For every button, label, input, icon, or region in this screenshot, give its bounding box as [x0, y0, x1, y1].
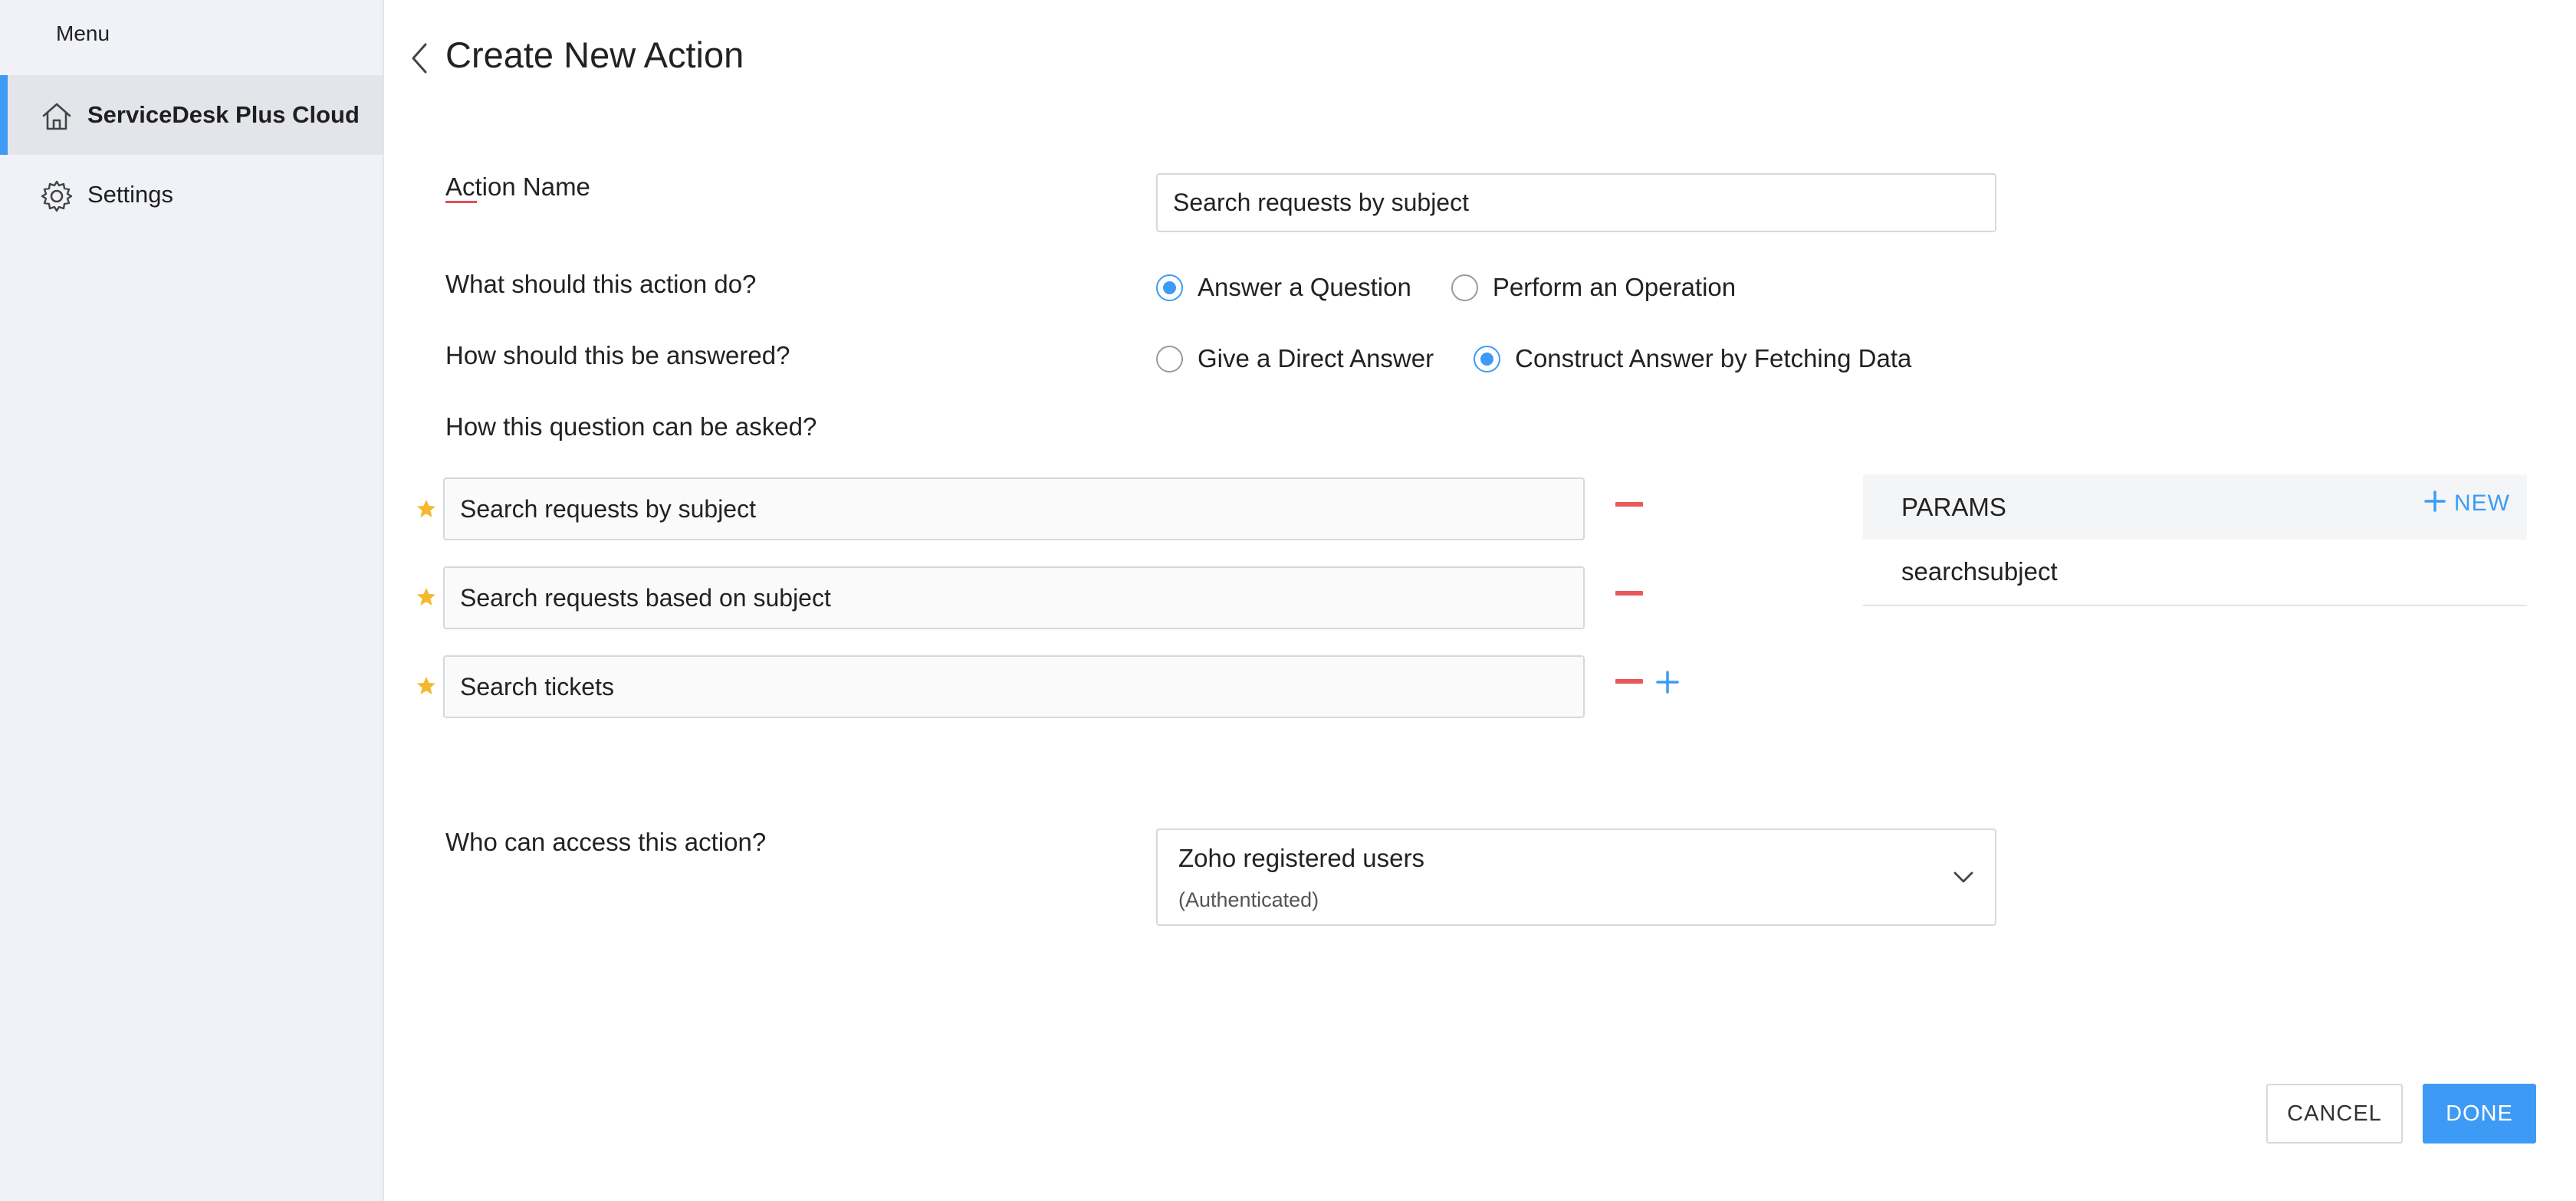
- radio-direct-answer-label[interactable]: Give a Direct Answer: [1198, 344, 1434, 373]
- star-icon: [416, 587, 436, 607]
- answer-type-radio-group: Give a Direct Answer Construct Answer by…: [1156, 344, 1951, 373]
- remove-question-icon[interactable]: [1615, 679, 1643, 684]
- access-select-value: Zoho registered users: [1178, 844, 1424, 872]
- action-type-radio-group: Answer a Question Perform an Operation: [1156, 273, 1776, 302]
- page-title: Create New Action: [445, 34, 744, 75]
- radio-direct-answer[interactable]: [1156, 345, 1183, 372]
- question-input[interactable]: [443, 477, 1585, 540]
- star-icon: [416, 499, 436, 519]
- param-item[interactable]: searchsubject: [1863, 540, 2527, 606]
- sidebar-item-servicedesk[interactable]: ServiceDesk Plus Cloud: [0, 75, 383, 155]
- radio-perform-operation[interactable]: [1451, 274, 1478, 301]
- radio-answer-question-label[interactable]: Answer a Question: [1198, 273, 1411, 302]
- back-arrow-icon[interactable]: [409, 41, 432, 75]
- params-title: PARAMS: [1901, 493, 2006, 521]
- chevron-down-icon: [1952, 865, 1975, 888]
- gear-icon: [40, 179, 74, 213]
- radio-perform-operation-label[interactable]: Perform an Operation: [1493, 273, 1736, 302]
- done-button[interactable]: DONE: [2423, 1084, 2536, 1144]
- radio-fetch-data-label[interactable]: Construct Answer by Fetching Data: [1515, 344, 1911, 373]
- params-panel: PARAMS NEW searchsubject: [1863, 474, 2527, 606]
- remove-question-icon[interactable]: [1615, 502, 1643, 507]
- access-select[interactable]: Zoho registered users (Authenticated): [1156, 829, 1996, 926]
- access-select-subtext: (Authenticated): [1178, 888, 1319, 911]
- radio-answer-question[interactable]: [1156, 274, 1183, 301]
- cancel-button[interactable]: CANCEL: [2266, 1084, 2403, 1144]
- required-underline: [445, 201, 477, 203]
- plus-icon: [2423, 490, 2446, 517]
- questions-label: How this question can be asked?: [445, 412, 817, 441]
- menu-label: Menu: [56, 21, 110, 45]
- sidebar: Menu ServiceDesk Plus Cloud Settings: [0, 0, 384, 1201]
- radio-fetch-data[interactable]: [1474, 345, 1501, 372]
- star-icon: [416, 676, 436, 696]
- action-name-label: Action Name: [445, 172, 590, 201]
- params-header: PARAMS NEW: [1863, 474, 2527, 540]
- action-name-input[interactable]: [1156, 173, 1996, 232]
- question-input[interactable]: [443, 566, 1585, 629]
- access-label: Who can access this action?: [445, 828, 767, 856]
- add-question-icon[interactable]: [1655, 670, 1680, 694]
- param-item-label: searchsubject: [1901, 557, 2058, 586]
- home-icon: [40, 100, 74, 133]
- answer-type-label: How should this be answered?: [445, 341, 790, 369]
- sidebar-item-label: Settings: [87, 181, 174, 208]
- sidebar-item-settings[interactable]: Settings: [0, 155, 383, 235]
- add-param-button[interactable]: NEW: [2423, 490, 2510, 517]
- question-input[interactable]: [443, 655, 1585, 718]
- add-param-label: NEW: [2454, 490, 2510, 516]
- action-type-label: What should this action do?: [445, 270, 757, 298]
- remove-question-icon[interactable]: [1615, 591, 1643, 596]
- sidebar-item-label: ServiceDesk Plus Cloud: [87, 101, 360, 128]
